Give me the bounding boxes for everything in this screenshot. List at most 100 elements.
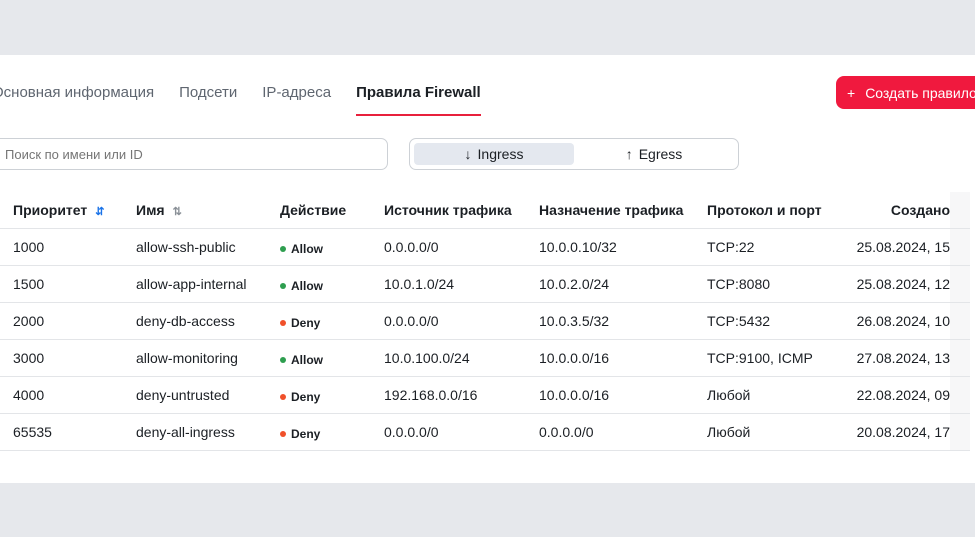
action-badge: Deny	[280, 427, 320, 441]
column-header[interactable]: Протокол и порт	[707, 192, 837, 229]
cell: 0.0.0.0/0	[384, 228, 539, 266]
cell: 10.0.3.5/32	[539, 302, 707, 340]
table-row[interactable]: 2000 deny-db-access Deny 0.0.0.0/0 10.0.3.5/…	[0, 302, 970, 340]
cell: allow-monitoring	[136, 339, 280, 377]
cell: 4000	[0, 376, 136, 414]
action-label: Deny	[291, 426, 321, 441]
direction-toggle: ↓ Ingress ↑ Egress	[409, 138, 739, 170]
cell: 0.0.0.0/0	[539, 413, 707, 451]
cell: deny-all-ingress	[136, 413, 280, 451]
cell: Любой	[707, 376, 837, 414]
firewall-rules-table: Приоритет ⇵ Имя ⇅ Действие Источник трафика На…	[0, 192, 970, 451]
tab-0[interactable]: Основная информация	[0, 84, 154, 116]
tab-2[interactable]: IP-адреса	[262, 84, 331, 116]
action-label: Deny	[291, 389, 321, 404]
column-header-label: Создано	[890, 202, 950, 218]
column-header-label: Протокол и порт	[707, 202, 822, 218]
table-row[interactable]: 65535 deny-all-ingress Deny 0.0.0.0/0 0.0.0.…	[0, 413, 970, 451]
column-header[interactable]: Имя ⇅	[136, 192, 280, 229]
row-actions[interactable]	[950, 228, 970, 266]
column-header[interactable]: Источник трафика	[384, 192, 539, 229]
row-actions[interactable]	[950, 265, 970, 303]
action-badge: Allow	[280, 353, 323, 367]
row-actions[interactable]	[950, 413, 970, 451]
cell: 25.08.2024, 12	[837, 265, 950, 303]
cell: 10.0.0.0/16	[539, 376, 707, 414]
cell: 10.0.1.0/24	[384, 265, 539, 303]
status-dot	[280, 430, 286, 437]
column-header-label: Имя	[136, 202, 165, 218]
cell: 2000	[0, 302, 136, 340]
cell: Deny	[280, 376, 384, 414]
cell: 25.08.2024, 15	[837, 228, 950, 266]
column-header[interactable]: Создано	[837, 192, 950, 229]
action-badge: Deny	[280, 316, 320, 330]
column-header-label: Источник трафика	[384, 202, 512, 218]
status-dot	[280, 282, 286, 289]
table-row[interactable]: 1500 allow-app-internal Allow 10.0.1.0/24 10…	[0, 265, 970, 303]
action-label: Deny	[291, 315, 321, 330]
sort-icon[interactable]: ⇅	[173, 206, 182, 218]
cell: TCP:22	[707, 228, 837, 266]
cell: 10.0.0.0/16	[539, 339, 707, 377]
cell: allow-app-internal	[136, 265, 280, 303]
status-dot	[280, 319, 286, 326]
cell: Любой	[707, 413, 837, 451]
create-rule-button[interactable]: + Создать правило	[836, 76, 975, 109]
arrow-up-icon: ↑	[625, 146, 633, 162]
row-actions[interactable]	[950, 302, 970, 340]
action-label: Allow	[291, 278, 323, 293]
row-actions[interactable]	[950, 376, 970, 414]
cell: 20.08.2024, 17	[837, 413, 950, 451]
cell: 1500	[0, 265, 136, 303]
cell: 1000	[0, 228, 136, 266]
action-label: Allow	[291, 241, 323, 256]
cell: 10.0.100.0/24	[384, 339, 539, 377]
sort-icon[interactable]: ⇵	[95, 206, 104, 218]
cell: Deny	[280, 413, 384, 451]
action-badge: Allow	[280, 242, 323, 256]
cell: 10.0.0.10/32	[539, 228, 707, 266]
cell: 0.0.0.0/0	[384, 413, 539, 451]
cell: deny-untrusted	[136, 376, 280, 414]
cell: allow-ssh-public	[136, 228, 280, 266]
search-input[interactable]	[0, 138, 388, 170]
ingress-option[interactable]: ↓ Ingress	[414, 143, 574, 165]
cell: TCP:5432	[707, 302, 837, 340]
tab-1[interactable]: Подсети	[179, 84, 237, 116]
column-header-label: Назначение трафика	[539, 202, 684, 218]
cell: TCP:8080	[707, 265, 837, 303]
egress-option[interactable]: ↑ Egress	[574, 143, 734, 165]
table-row[interactable]: 4000 deny-untrusted Deny 192.168.0.0/16 10.0…	[0, 376, 970, 414]
cell: 192.168.0.0/16	[384, 376, 539, 414]
cell: 10.0.2.0/24	[539, 265, 707, 303]
tab-3[interactable]: Правила Firewall	[356, 84, 481, 116]
column-header[interactable]: Назначение трафика	[539, 192, 707, 229]
cell: TCP:9100, ICMP	[707, 339, 837, 377]
cell: Allow	[280, 228, 384, 266]
cell: 26.08.2024, 10	[837, 302, 950, 340]
action-badge: Deny	[280, 390, 320, 404]
action-badge: Allow	[280, 279, 323, 293]
arrow-down-icon: ↓	[464, 146, 472, 162]
column-header[interactable]: Приоритет ⇵	[0, 192, 136, 229]
action-label: Allow	[291, 352, 323, 367]
cell: 27.08.2024, 13	[837, 339, 950, 377]
cell: 22.08.2024, 09	[837, 376, 950, 414]
actions-column-header	[950, 192, 970, 229]
status-dot	[280, 245, 286, 252]
column-header-label: Приоритет	[13, 202, 88, 218]
plus-icon: +	[847, 84, 856, 101]
cell: 3000	[0, 339, 136, 377]
cell: Allow	[280, 339, 384, 377]
table-row[interactable]: 1000 allow-ssh-public Allow 0.0.0.0/0 10.0.0…	[0, 228, 970, 266]
row-actions[interactable]	[950, 339, 970, 377]
column-header[interactable]: Действие	[280, 192, 384, 229]
table-row[interactable]: 3000 allow-monitoring Allow 10.0.100.0/24 10…	[0, 339, 970, 377]
cell: Allow	[280, 265, 384, 303]
status-dot	[280, 356, 286, 363]
tabs: Основная информация Подсети IP-адреса Прави…	[0, 84, 481, 116]
status-dot	[280, 393, 286, 400]
column-header-label: Действие	[280, 202, 347, 218]
cell: Deny	[280, 302, 384, 340]
